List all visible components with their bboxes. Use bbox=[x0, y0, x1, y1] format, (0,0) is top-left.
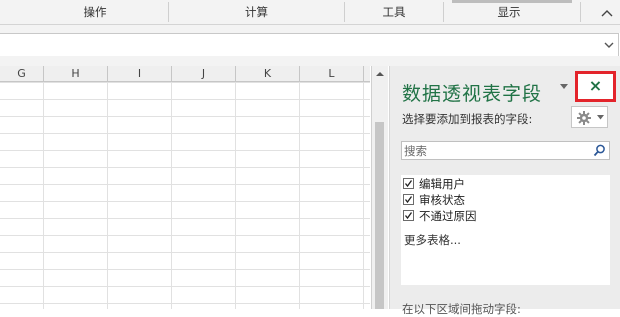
grid-line bbox=[171, 82, 172, 309]
checkbox-checked-icon[interactable] bbox=[403, 178, 414, 189]
grid-line bbox=[363, 82, 364, 309]
ribbon-group-calculations: 计算 bbox=[169, 0, 344, 24]
close-icon[interactable]: × bbox=[589, 76, 602, 95]
grid-line bbox=[43, 82, 44, 309]
cell-area[interactable] bbox=[0, 82, 370, 309]
column-header[interactable]: G bbox=[0, 66, 44, 82]
checkbox-checked-icon[interactable] bbox=[403, 210, 414, 221]
grid-line bbox=[107, 82, 108, 309]
field-label: 编辑用户 bbox=[419, 177, 465, 191]
tools-button[interactable] bbox=[571, 106, 608, 128]
ribbon-group-label: 计算 bbox=[245, 5, 268, 19]
ribbon-gap bbox=[0, 25, 620, 33]
pane-bottom-hint: 在以下区域间拖动字段: bbox=[402, 302, 521, 316]
dropdown-arrow-icon[interactable] bbox=[559, 82, 569, 90]
close-button[interactable]: × bbox=[575, 71, 616, 102]
vertical-scrollbar[interactable] bbox=[371, 66, 388, 309]
search-input[interactable] bbox=[404, 142, 584, 159]
worksheet-grid[interactable]: G H I J K L bbox=[0, 66, 370, 309]
ribbon-group-operations: 操作 bbox=[30, 0, 160, 24]
column-header bbox=[364, 66, 370, 82]
gear-icon bbox=[577, 111, 591, 125]
column-header[interactable]: J bbox=[172, 66, 236, 82]
field-list: 编辑用户 审核状态 不通过原因 更多表格... bbox=[401, 175, 610, 285]
formula-bar[interactable] bbox=[0, 33, 619, 57]
column-header[interactable]: H bbox=[44, 66, 108, 82]
grid-line bbox=[299, 82, 300, 309]
search-icon[interactable] bbox=[593, 144, 606, 157]
grid-line bbox=[235, 82, 236, 309]
pane-subtitle: 选择要添加到报表的字段: bbox=[402, 112, 533, 126]
dropdown-arrow-icon[interactable] bbox=[604, 41, 614, 49]
formula-bar-gap bbox=[0, 56, 620, 66]
ribbon-group-show: 显示 bbox=[444, 0, 574, 24]
chevron-up-icon[interactable] bbox=[600, 6, 614, 20]
pivot-fields-pane: 数据透视表字段 × 选择要添加到报表的字段: 搜索 编辑用户 审核状态 不通过原… bbox=[389, 66, 620, 316]
checkbox-checked-icon[interactable] bbox=[403, 194, 414, 205]
column-header[interactable]: I bbox=[108, 66, 172, 82]
dropdown-arrow-icon bbox=[597, 115, 604, 120]
field-label: 不通过原因 bbox=[419, 209, 477, 223]
ribbon-group-label: 工具 bbox=[382, 5, 406, 19]
field-search[interactable] bbox=[401, 141, 610, 160]
ribbon-group-tools: 工具 bbox=[345, 0, 443, 24]
ribbon-group-label: 操作 bbox=[83, 5, 107, 19]
ribbon-group-label: 显示 bbox=[497, 5, 521, 19]
field-label: 审核状态 bbox=[419, 193, 465, 207]
scrollbar-thumb[interactable] bbox=[375, 122, 384, 309]
pane-title: 数据透视表字段 bbox=[402, 83, 543, 105]
more-tables-link[interactable]: 更多表格... bbox=[404, 232, 461, 248]
ribbon: 操作 计算 工具 显示 bbox=[0, 0, 620, 25]
ribbon-separator bbox=[580, 2, 581, 22]
column-header[interactable]: K bbox=[236, 66, 300, 82]
column-header[interactable]: L bbox=[300, 66, 364, 82]
scroll-up-icon[interactable] bbox=[375, 69, 385, 79]
